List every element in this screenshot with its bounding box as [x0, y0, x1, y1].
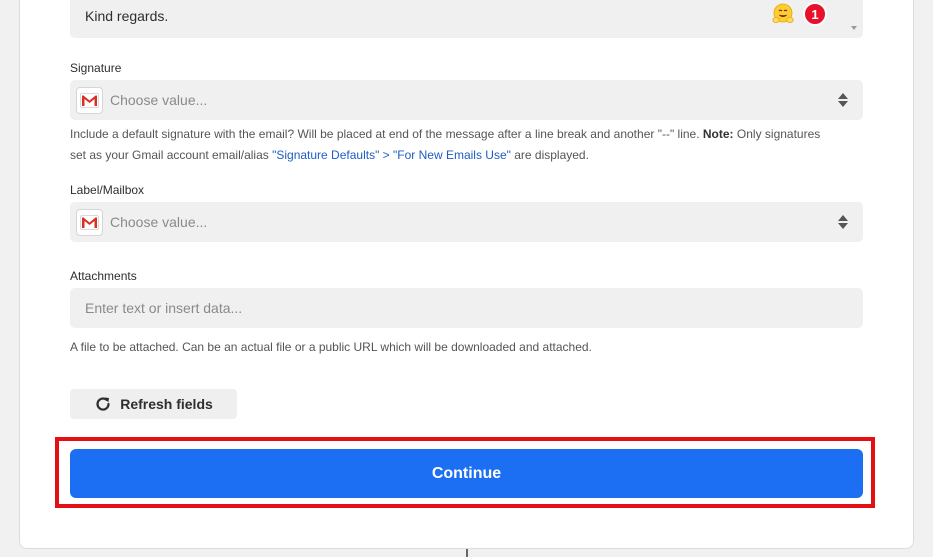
- signature-help-note: Note:: [702, 127, 734, 141]
- refresh-icon: [96, 397, 110, 411]
- label-mailbox-placeholder: Choose value...: [110, 214, 208, 230]
- highlight-annotation: [55, 437, 875, 508]
- attachments-input[interactable]: [70, 288, 863, 328]
- signature-label: Signature: [70, 61, 122, 75]
- step-connector: [466, 549, 468, 557]
- refresh-fields-button[interactable]: Refresh fields: [70, 389, 237, 419]
- signature-defaults-link[interactable]: "Signature Defaults" > "For New Emails U…: [272, 148, 511, 162]
- signature-help-part1: Include a default signature with the ema…: [70, 127, 703, 141]
- signature-select[interactable]: Choose value...: [70, 80, 863, 120]
- signature-help-text: Include a default signature with the ema…: [70, 124, 830, 166]
- message-body-text: Kind regards.: [85, 8, 169, 24]
- hugging-face-icon[interactable]: [771, 2, 795, 26]
- resize-handle-icon[interactable]: [851, 26, 857, 30]
- attachments-label: Attachments: [70, 269, 137, 283]
- attachments-help-text: A file to be attached. Can be an actual …: [70, 340, 592, 354]
- sort-arrows-icon: [838, 215, 848, 229]
- label-mailbox-label: Label/Mailbox: [70, 183, 145, 197]
- gmail-icon: [76, 209, 103, 236]
- refresh-fields-label: Refresh fields: [120, 396, 213, 412]
- sort-arrows-icon: [838, 93, 848, 107]
- signature-help-part3: are displayed.: [510, 148, 589, 162]
- message-body-textarea[interactable]: Kind regards. 1: [70, 0, 863, 38]
- notification-badge[interactable]: 1: [803, 2, 827, 26]
- signature-placeholder: Choose value...: [110, 92, 208, 108]
- label-mailbox-select[interactable]: Choose value...: [70, 202, 863, 242]
- gmail-icon: [76, 87, 103, 114]
